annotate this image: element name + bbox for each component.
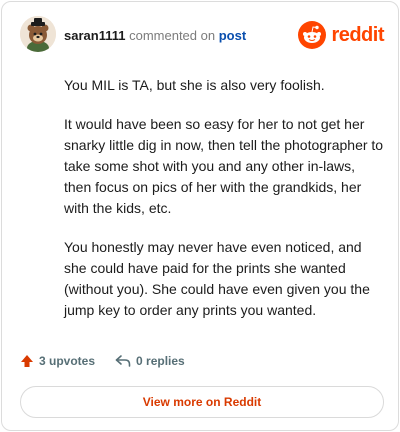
comment-byline: saran1111 commented on post xyxy=(64,28,246,44)
comment-paragraph: It would have been so easy for her to no… xyxy=(64,116,384,216)
comment-paragraph: You honestly may never have even noticed… xyxy=(64,239,370,318)
user-avatar[interactable] xyxy=(20,16,56,52)
reddit-brand[interactable]: reddit xyxy=(298,21,384,49)
reply-arrow-icon xyxy=(115,355,131,367)
upvote-count: 3 upvotes xyxy=(39,354,96,368)
upvote-arrow-icon xyxy=(21,355,33,367)
username-link[interactable]: saran1111 xyxy=(64,28,125,43)
comment-actions: 3 upvotes 0 replies xyxy=(20,350,185,372)
comment-body: You MIL is TA, but she is also very fool… xyxy=(64,75,386,339)
commented-on-label: commented on xyxy=(129,28,216,43)
view-more-button[interactable]: View more on Reddit xyxy=(20,386,384,418)
reply-button[interactable]: 0 replies xyxy=(115,354,185,368)
avatar-figure-icon xyxy=(20,16,56,52)
reddit-logo-icon xyxy=(298,21,327,49)
post-link[interactable]: post xyxy=(219,28,246,43)
upvote-button[interactable]: 3 upvotes xyxy=(20,354,95,368)
reddit-wordmark: reddit xyxy=(331,23,384,46)
embedded-comment-card: saran1111 commented on post reddit You M… xyxy=(1,1,399,431)
comment-header: saran1111 commented on post reddit xyxy=(20,16,384,56)
comment-paragraph: You MIL is TA, but she is also very fool… xyxy=(64,77,325,93)
reply-count: 0 replies xyxy=(136,354,185,368)
